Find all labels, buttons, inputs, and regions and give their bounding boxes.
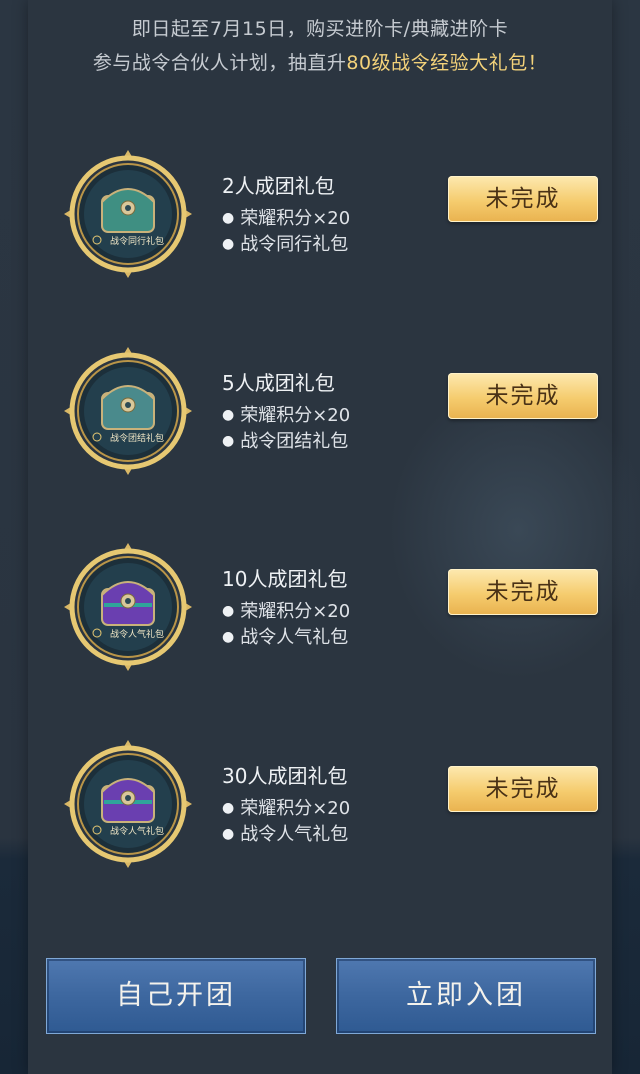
medal-label: 战令同行礼包 xyxy=(109,237,164,247)
reward-line: ● 荣耀积分×20 xyxy=(222,204,350,230)
notice-line-1: 即日起至7月15日，购买进阶卡/典藏进阶卡 xyxy=(131,18,509,40)
reward-item: 战令团结礼包 5人成团礼包 ● 荣耀积分×20 ● 战令团结礼包 未完成 xyxy=(0,345,640,485)
reward-line: ● 战令人气礼包 xyxy=(222,820,348,846)
notice-line-2-suffix: ！ xyxy=(527,52,548,74)
bullet-icon: ● xyxy=(222,236,235,252)
reward-line: ● 荣耀积分×20 xyxy=(222,597,350,623)
status-button[interactable]: 未完成 xyxy=(448,766,598,812)
reward-item: 战令人气礼包 30人成团礼包 ● 荣耀积分×20 ● 战令人气礼包 未完成 xyxy=(0,738,640,878)
bullet-icon: ● xyxy=(222,826,235,842)
notice-highlight: 80级战令经验大礼包 xyxy=(346,52,528,74)
bullet-icon: ● xyxy=(222,800,235,816)
bullet-icon: ● xyxy=(222,603,235,619)
join-team-button[interactable]: 立即入团 xyxy=(336,958,596,1034)
item-title: 5人成团礼包 xyxy=(222,371,335,395)
reward-text: 战令人气礼包 xyxy=(240,627,349,648)
reward-text: 荣耀积分×20 xyxy=(240,601,351,622)
medal-label: 战令团结礼包 xyxy=(109,434,164,444)
reward-text: 战令同行礼包 xyxy=(240,234,349,255)
reward-text: 战令团结礼包 xyxy=(240,431,349,452)
reward-line: ● 荣耀积分×20 xyxy=(222,401,350,427)
reward-line: ● 荣耀积分×20 xyxy=(222,794,350,820)
status-button[interactable]: 未完成 xyxy=(448,176,598,222)
reward-text: 荣耀积分×20 xyxy=(240,798,351,819)
bullet-icon: ● xyxy=(222,629,235,645)
item-title: 10人成团礼包 xyxy=(222,567,348,591)
gift-chest-medal-icon: 战令同行礼包 xyxy=(62,148,194,280)
item-title: 30人成团礼包 xyxy=(222,764,348,788)
status-button[interactable]: 未完成 xyxy=(448,569,598,615)
reward-item: 战令人气礼包 10人成团礼包 ● 荣耀积分×20 ● 战令人气礼包 未完成 xyxy=(0,541,640,681)
reward-line: ● 战令人气礼包 xyxy=(222,623,348,649)
bullet-icon: ● xyxy=(222,210,235,226)
reward-line: ● 战令团结礼包 xyxy=(222,427,348,453)
notice-line-2: 参与战令合伙人计划，抽直升80级战令经验大礼包！ xyxy=(0,48,640,75)
bullet-icon: ● xyxy=(222,407,235,423)
gift-chest-medal-icon: 战令人气礼包 xyxy=(62,541,194,673)
bullet-icon: ● xyxy=(222,433,235,449)
reward-text: 荣耀积分×20 xyxy=(240,208,351,229)
gift-chest-medal-icon: 战令人气礼包 xyxy=(62,738,194,870)
reward-line: ● 战令同行礼包 xyxy=(222,230,348,256)
gift-chest-medal-icon: 战令团结礼包 xyxy=(62,345,194,477)
create-team-button[interactable]: 自己开团 xyxy=(46,958,306,1034)
notice-line-2-prefix: 参与战令合伙人计划，抽直升 xyxy=(92,52,347,74)
reward-text: 荣耀积分×20 xyxy=(240,405,351,426)
item-title: 2人成团礼包 xyxy=(222,174,335,198)
reward-text: 战令人气礼包 xyxy=(240,824,349,845)
status-button[interactable]: 未完成 xyxy=(448,373,598,419)
medal-label: 战令人气礼包 xyxy=(109,827,164,837)
reward-item: 战令同行礼包 2人成团礼包 ● 荣耀积分×20 ● 战令同行礼包 未完成 xyxy=(0,148,640,288)
medal-label: 战令人气礼包 xyxy=(109,630,164,640)
